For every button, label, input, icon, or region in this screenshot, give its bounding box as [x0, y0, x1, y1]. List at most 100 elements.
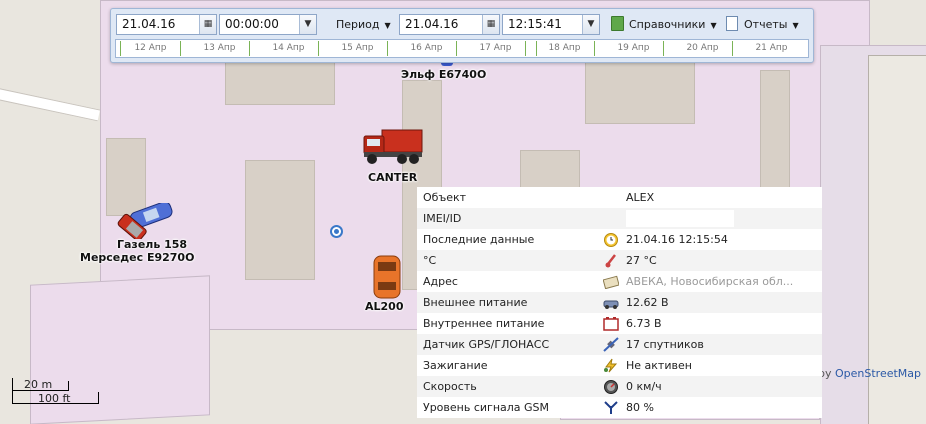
directories-label: Справочники: [629, 18, 706, 31]
info-value: Не активен: [626, 359, 692, 372]
vehicle-label[interactable]: Газель 158: [117, 238, 187, 251]
satellite-icon: [603, 337, 619, 352]
vehicle-label[interactable]: CANTER: [368, 171, 417, 184]
chevron-down-icon: ▼: [792, 21, 799, 30]
info-key: Скорость: [423, 380, 477, 393]
scale-feet: 100 ft: [38, 392, 71, 405]
chevron-down-icon[interactable]: ▼: [582, 15, 599, 34]
info-value: АВЕКА, Новосибирская обл...: [626, 275, 794, 288]
info-key: Зажигание: [423, 359, 488, 372]
timeline-marker: [456, 41, 457, 56]
timeline-marker: [387, 41, 388, 56]
reports-menu[interactable]: Отчеты ▼: [726, 14, 799, 35]
info-key: Уровень сигнала GSM: [423, 401, 550, 414]
info-value: 27 °C: [626, 254, 657, 267]
start-time-field[interactable]: 00:00:00 ▼: [219, 14, 317, 35]
info-key: Внутреннее питание: [423, 317, 545, 330]
info-value: 6.73 В: [626, 317, 662, 330]
building: [520, 150, 580, 190]
directories-menu[interactable]: Справочники ▼: [611, 14, 717, 35]
period-button[interactable]: Период ▼: [336, 14, 391, 35]
timeline-day[interactable]: 21 Апр: [737, 40, 806, 57]
vehicle-label[interactable]: Мерседес E9270O: [80, 251, 194, 264]
info-row-speed: Скорость 0 км/ч: [417, 376, 822, 397]
period-toolbar: 21.04.16 ▦ 00:00:00 ▼ Период ▼ 21.04.16 ▦…: [110, 8, 814, 63]
car-icon[interactable]: [114, 201, 178, 242]
calendar-icon[interactable]: ▦: [199, 15, 216, 34]
vehicle-label[interactable]: Эльф E6740O: [401, 68, 486, 81]
timeline-marker: [318, 41, 319, 56]
timeline-day[interactable]: 16 Апр: [392, 40, 461, 57]
timeline[interactable]: 12 Апр 13 Апр 14 Апр 15 Апр 16 Апр 17 Ап…: [115, 39, 809, 58]
timeline-marker: [525, 41, 526, 56]
building: [225, 60, 335, 105]
location-marker[interactable]: [330, 225, 343, 238]
book-icon: [611, 16, 624, 31]
info-value: 12.62 В: [626, 296, 669, 309]
info-key: IMEI/ID: [423, 212, 462, 225]
info-key: Внешнее питание: [423, 296, 528, 309]
timeline-marker: [732, 41, 733, 56]
info-key: °C: [423, 254, 437, 267]
timeline-marker: [120, 41, 121, 56]
timeline-marker: [536, 41, 537, 56]
info-row-gps: Датчик GPS/ГЛОНАСС 17 спутников: [417, 334, 822, 355]
info-value: ALEX: [626, 191, 655, 204]
timeline-day[interactable]: 12 Апр: [116, 40, 185, 57]
timeline-day[interactable]: 18 Апр: [530, 40, 599, 57]
end-time-value: 12:15:41: [508, 17, 562, 31]
timeline-marker: [663, 41, 664, 56]
info-row-internal-power: Внутреннее питание 6.73 В: [417, 313, 822, 334]
timeline-day[interactable]: 17 Апр: [461, 40, 530, 57]
openstreetmap-link[interactable]: OpenStreetMap: [835, 367, 921, 380]
end-date-field[interactable]: 21.04.16 ▦: [399, 14, 500, 35]
info-row-gsm: Уровень сигнала GSM 80 %: [417, 397, 822, 418]
info-value: 80 %: [626, 401, 654, 414]
report-icon: [726, 16, 738, 31]
start-date-value: 21.04.16: [122, 17, 176, 31]
car-icon[interactable]: [370, 254, 404, 300]
end-date-value: 21.04.16: [405, 17, 459, 31]
info-value: [626, 210, 734, 227]
info-row-imei: IMEI/ID: [417, 208, 822, 229]
building: [585, 62, 695, 124]
info-row-temperature: °C 27 °C: [417, 250, 822, 271]
info-value: 21.04.16 12:15:54: [626, 233, 728, 246]
timeline-marker: [594, 41, 595, 56]
timeline-day[interactable]: 15 Апр: [323, 40, 392, 57]
info-row-last-data: Последние данные 21.04.16 12:15:54: [417, 229, 822, 250]
chevron-down-icon[interactable]: ▼: [299, 15, 316, 34]
dump-truck-icon[interactable]: [362, 126, 424, 166]
reports-label: Отчеты: [744, 18, 788, 31]
start-time-value: 00:00:00: [225, 17, 279, 31]
info-row-address: Адрес АВЕКА, Новосибирская обл...: [417, 271, 822, 292]
info-value: 0 км/ч: [626, 380, 662, 393]
end-time-field[interactable]: 12:15:41 ▼: [502, 14, 600, 35]
map-scale: 20 m 100 ft: [10, 378, 100, 410]
timeline-day[interactable]: 20 Апр: [668, 40, 737, 57]
info-row-external-power: Внешнее питание 12.62 В: [417, 292, 822, 313]
info-row-object: Объект ALEX: [417, 187, 822, 208]
car-battery-icon: [603, 295, 619, 310]
timeline-day[interactable]: 14 Апр: [254, 40, 323, 57]
info-key: Датчик GPS/ГЛОНАСС: [423, 338, 550, 351]
info-row-ignition: Зажигание Не активен: [417, 355, 822, 376]
calendar-icon[interactable]: ▦: [482, 15, 499, 34]
start-date-field[interactable]: 21.04.16 ▦: [116, 14, 217, 35]
chevron-down-icon: ▼: [384, 21, 391, 30]
timeline-marker: [180, 41, 181, 56]
chevron-down-icon: ▼: [710, 21, 717, 30]
road: [0, 86, 101, 122]
info-key: Адрес: [423, 275, 458, 288]
timeline-day[interactable]: 13 Апр: [185, 40, 254, 57]
ignition-icon: [603, 358, 619, 373]
scale-meters: 20 m: [24, 378, 53, 391]
info-key: Объект: [423, 191, 467, 204]
info-value: 17 спутников: [626, 338, 704, 351]
period-label: Период: [336, 18, 380, 31]
timeline-day[interactable]: 19 Апр: [599, 40, 668, 57]
building: [245, 160, 315, 280]
vehicle-label[interactable]: AL200: [365, 300, 403, 313]
address-icon: [602, 274, 620, 290]
battery-icon: [603, 316, 619, 331]
